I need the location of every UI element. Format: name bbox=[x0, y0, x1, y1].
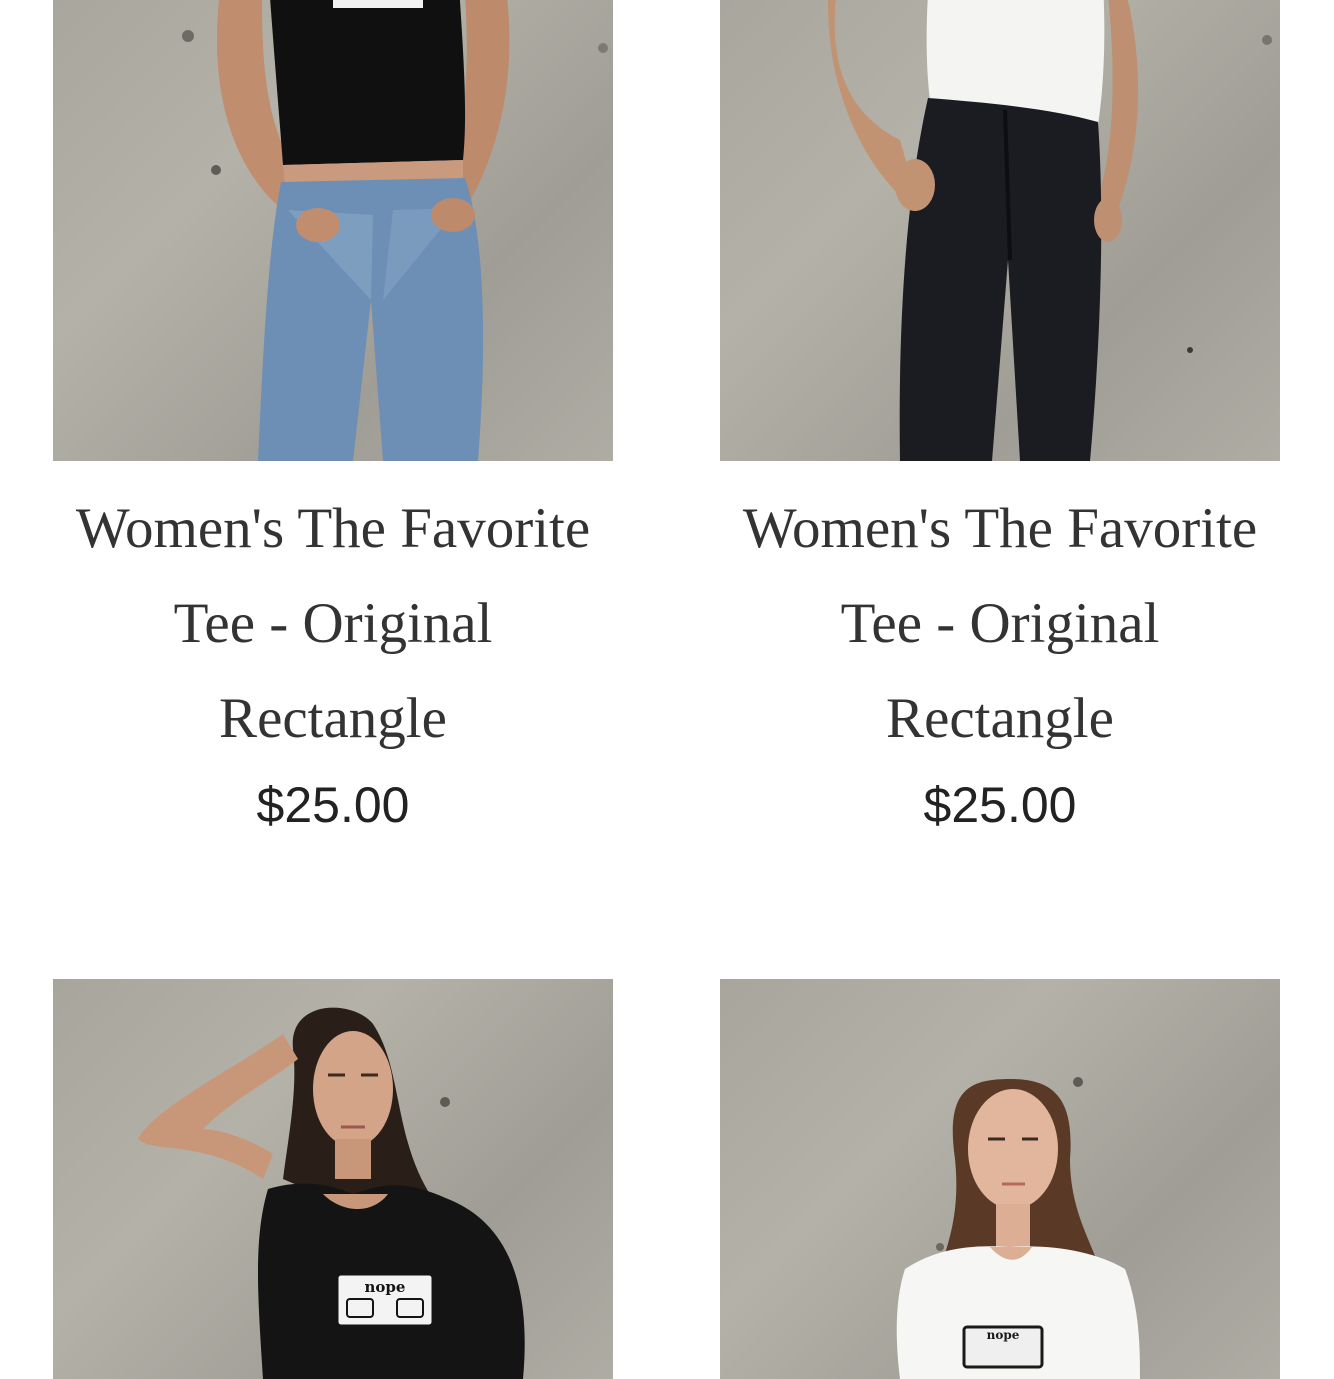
product-card[interactable]: nope bbox=[720, 979, 1280, 1379]
product-image[interactable] bbox=[53, 0, 613, 461]
product-image[interactable] bbox=[720, 0, 1280, 461]
product-card[interactable]: nope bbox=[53, 979, 613, 1379]
product-price: $25.00 bbox=[923, 777, 1077, 833]
nope-logo-text: nope bbox=[987, 1328, 1020, 1342]
product-price: $25.00 bbox=[256, 777, 410, 833]
product-card[interactable]: Women's The Favorite Tee - Original Rect… bbox=[720, 0, 1280, 849]
nope-logo-text: nope bbox=[365, 1278, 406, 1296]
product-image[interactable]: nope bbox=[720, 979, 1280, 1379]
product-grid: Women's The Favorite Tee - Original Rect… bbox=[0, 0, 1334, 1379]
product-title[interactable]: Women's The Favorite Tee - Original Rect… bbox=[53, 481, 613, 766]
product-image[interactable]: nope bbox=[53, 979, 613, 1379]
product-title[interactable]: Women's The Favorite Tee - Original Rect… bbox=[720, 481, 1280, 766]
product-card[interactable]: Women's The Favorite Tee - Original Rect… bbox=[53, 0, 613, 849]
